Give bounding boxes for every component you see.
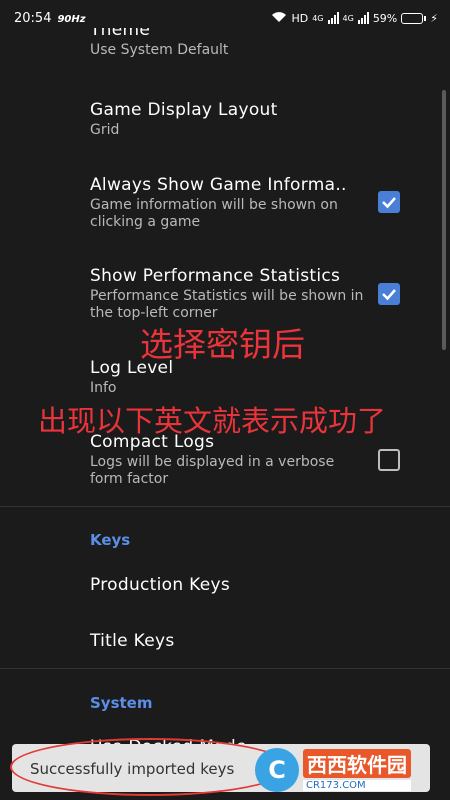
annotation-line-1: 选择密钥后 — [140, 325, 305, 364]
signal-icon-2 — [357, 12, 369, 24]
annotation-line-2: 出现以下英文就表示成功了 — [38, 404, 387, 438]
compact-logs-checkbox[interactable] — [378, 449, 400, 471]
battery-percent: 59% — [372, 11, 398, 25]
setting-always-show-game-info-desc: Game information will be shown on clicki… — [90, 197, 338, 230]
network-label: HD — [291, 11, 309, 25]
always-show-game-info-checkbox[interactable] — [378, 191, 400, 213]
setting-game-display-layout[interactable]: Game Display Layout Grid — [90, 100, 370, 139]
setting-always-show-game-info[interactable]: Always Show Game Informa.. Game informat… — [90, 175, 370, 231]
check-icon — [382, 289, 396, 301]
section-header-keys: Keys — [90, 531, 131, 549]
setting-compact-logs-desc: Logs will be displayed in a verbose form… — [90, 454, 335, 487]
battery-icon — [401, 12, 427, 24]
setting-game-display-layout-value: Grid — [90, 122, 120, 138]
check-icon — [382, 197, 396, 209]
divider — [0, 668, 450, 669]
divider — [0, 506, 450, 507]
wifi-icon — [271, 11, 287, 26]
setting-show-performance-stats-desc: Performance Statistics will be shown in … — [90, 288, 364, 321]
status-time: 20:54 — [14, 10, 52, 26]
scrollbar[interactable] — [442, 90, 446, 350]
setting-game-display-layout-title: Game Display Layout — [90, 100, 278, 120]
setting-show-performance-stats-title: Show Performance Statistics — [90, 266, 341, 286]
net-type-1: 4G — [312, 13, 324, 23]
watermark-url: CR173.COM — [303, 780, 411, 791]
setting-show-performance-stats[interactable]: Show Performance Statistics Performance … — [90, 266, 370, 322]
watermark: C 西西软件园 CR173.COM — [255, 748, 433, 792]
watermark-name: 西西软件园 — [303, 749, 411, 778]
highlight-ellipse — [10, 738, 290, 796]
setting-theme-value: Use System Default — [90, 42, 229, 58]
setting-theme-title: Theme — [90, 28, 151, 40]
section-header-system: System — [90, 694, 153, 712]
setting-always-show-game-info-title: Always Show Game Informa.. — [90, 175, 347, 195]
charging-icon: ⚡ — [430, 11, 438, 25]
watermark-logo-icon: C — [255, 748, 299, 792]
net-type-2: 4G — [342, 13, 354, 23]
refresh-rate-indicator: 90Hz — [57, 13, 86, 25]
show-performance-stats-checkbox[interactable] — [378, 283, 400, 305]
title-keys-item[interactable]: Title Keys — [90, 631, 175, 651]
setting-theme[interactable]: Theme Use System Default — [90, 28, 370, 59]
production-keys-item[interactable]: Production Keys — [90, 575, 230, 595]
setting-log-level-value: Info — [90, 380, 117, 396]
setting-compact-logs[interactable]: Compact Logs Logs will be displayed in a… — [90, 432, 370, 488]
signal-icon — [327, 12, 339, 24]
